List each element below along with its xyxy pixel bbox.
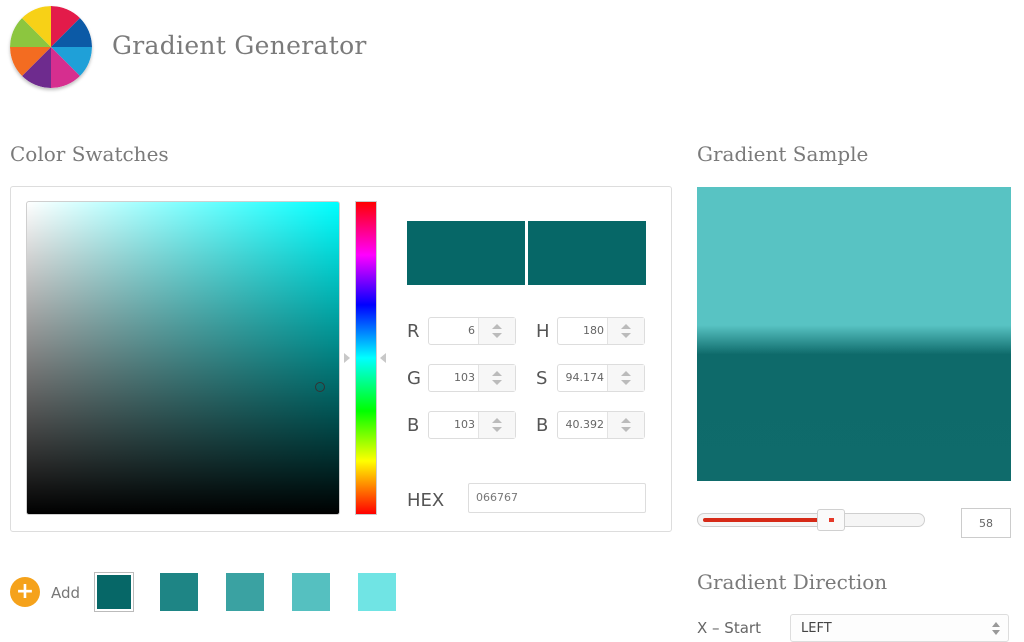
saturation-brightness-field[interactable] [26, 201, 340, 515]
hue-slider[interactable] [355, 201, 377, 515]
new-color-preview [407, 221, 525, 285]
hue-stepper[interactable] [607, 318, 644, 344]
swatch-2[interactable] [160, 573, 198, 611]
slider-fill [703, 518, 827, 522]
brightness-stepper[interactable] [607, 412, 644, 438]
swatch-4[interactable] [292, 573, 330, 611]
brightness-label: B [536, 415, 549, 436]
hex-label: HEX [407, 490, 445, 511]
hue-label: H [536, 321, 550, 342]
slider-handle[interactable] [817, 509, 845, 531]
select-up-icon [992, 622, 1000, 627]
hex-input[interactable]: 066767 [468, 483, 646, 513]
blue-stepper[interactable] [478, 412, 515, 438]
hue-slider-arrow-left-icon[interactable] [344, 353, 350, 363]
saturation-label: S [536, 368, 548, 389]
saturation-input[interactable]: 94.174 [557, 364, 645, 392]
swatch-3[interactable] [226, 573, 264, 611]
current-color-preview [528, 221, 646, 285]
x-start-label: X – Start [697, 619, 761, 637]
add-swatch-label[interactable]: Add [51, 584, 80, 602]
green-stepper[interactable] [478, 365, 515, 391]
blue-input[interactable]: 103 [428, 411, 516, 439]
color-picker-cursor[interactable] [315, 382, 325, 392]
plus-icon[interactable]: + [10, 577, 40, 607]
red-label: R [407, 321, 420, 342]
blue-label: B [407, 415, 420, 436]
red-input[interactable]: 6 [428, 317, 516, 345]
brightness-input[interactable]: 40.392 [557, 411, 645, 439]
slider-value-input[interactable]: 58 [961, 508, 1011, 538]
gradient-direction-title: Gradient Direction [697, 570, 888, 594]
gradient-sample-preview [697, 187, 1011, 481]
hue-slider-arrow-right-icon[interactable] [380, 353, 386, 363]
select-down-icon [992, 630, 1000, 635]
app-title: Gradient Generator [112, 31, 367, 60]
color-wheel-icon [10, 6, 92, 88]
green-input[interactable]: 103 [428, 364, 516, 392]
swatch-1[interactable] [94, 572, 134, 612]
gradient-sample-title: Gradient Sample [697, 142, 869, 166]
hue-input[interactable]: 180 [557, 317, 645, 345]
red-stepper[interactable] [478, 318, 515, 344]
swatch-5[interactable] [358, 573, 396, 611]
color-swatches-title: Color Swatches [10, 142, 169, 166]
green-label: G [407, 368, 421, 389]
x-start-select[interactable]: LEFT [790, 614, 1009, 642]
saturation-stepper[interactable] [607, 365, 644, 391]
